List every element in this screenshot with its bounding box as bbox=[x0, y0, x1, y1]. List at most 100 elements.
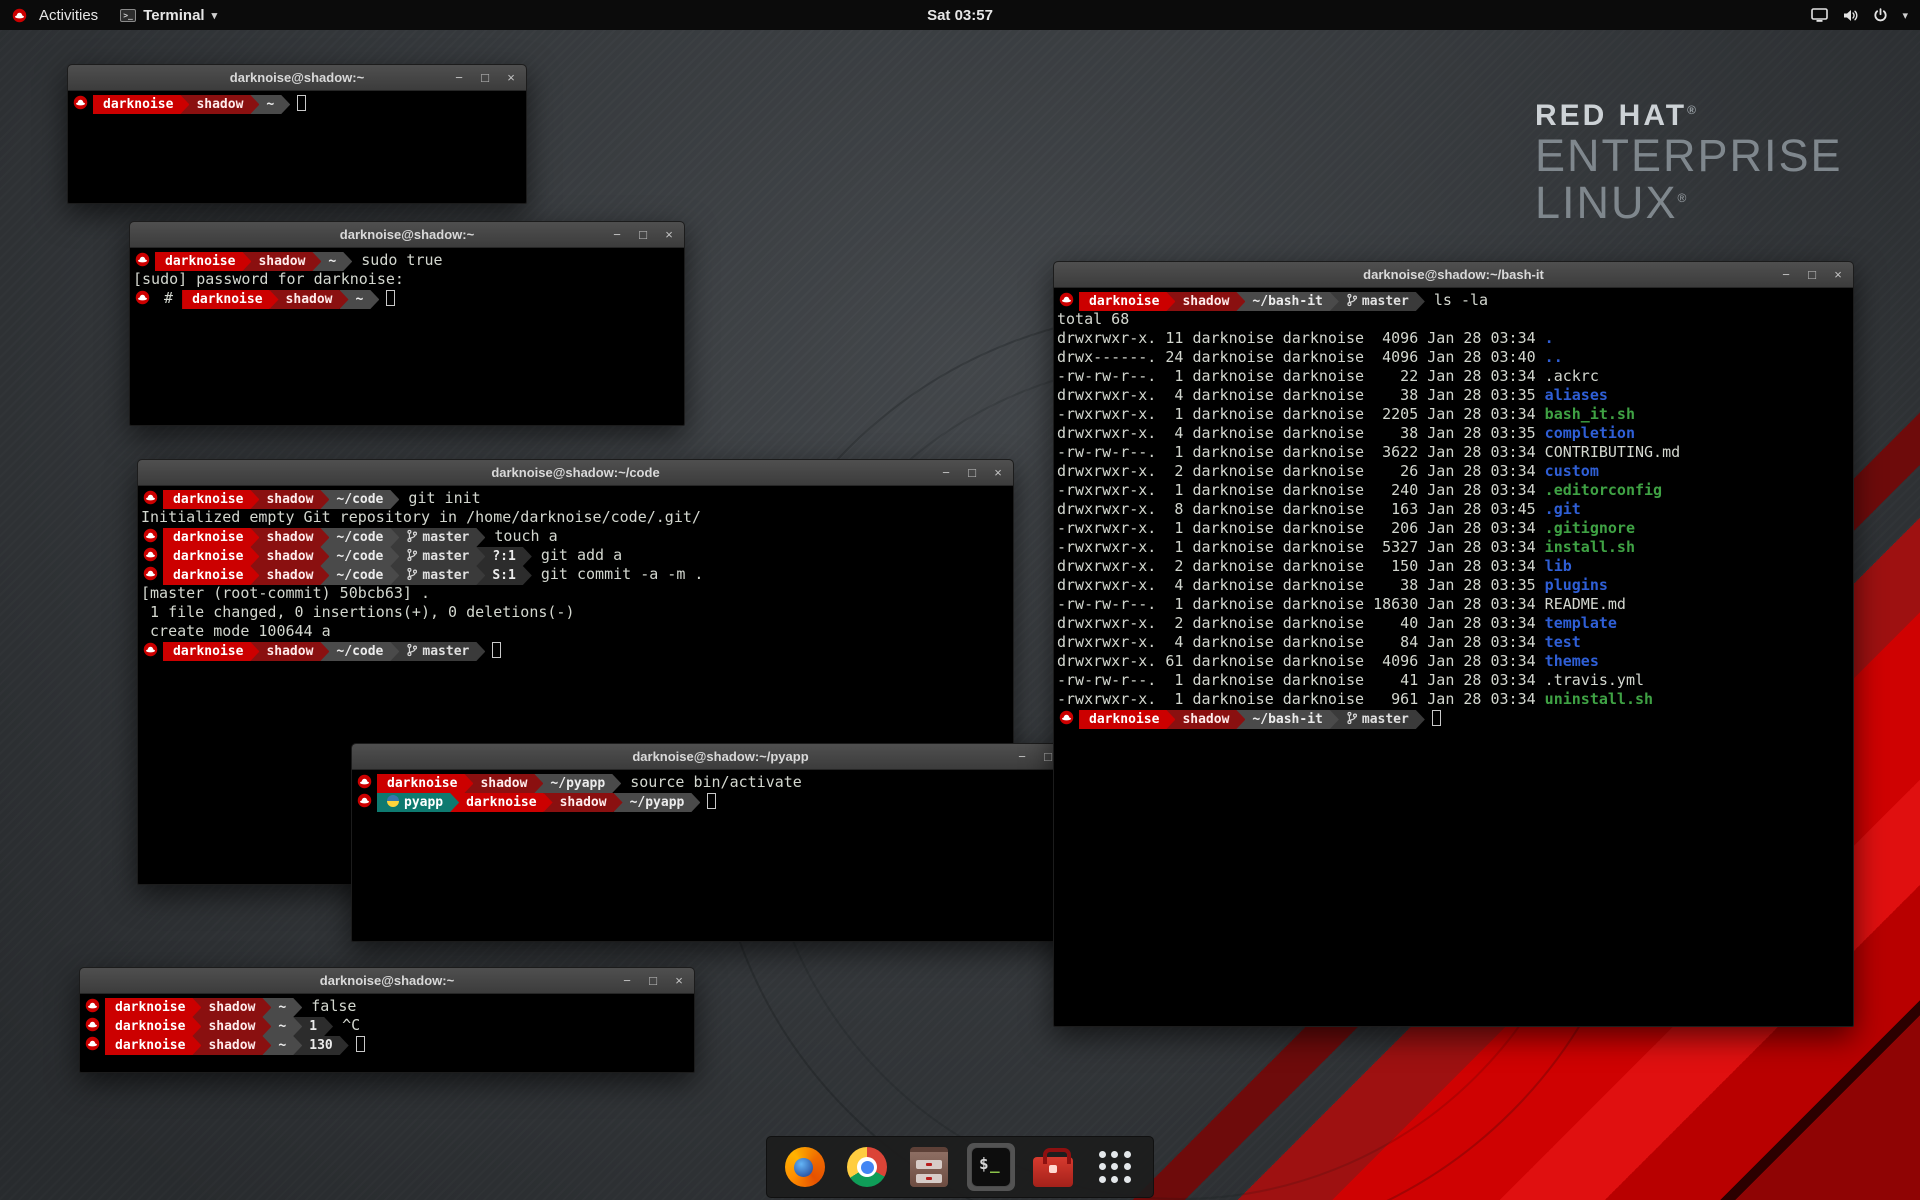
redhat-icon bbox=[85, 1036, 100, 1051]
redhat-icon bbox=[85, 998, 100, 1013]
prompt-segment-host: shadow bbox=[250, 547, 329, 566]
display-icon[interactable] bbox=[1811, 8, 1828, 22]
maximize-button[interactable]: □ bbox=[963, 464, 981, 482]
minimize-button[interactable]: − bbox=[937, 464, 955, 482]
terminal-cursor bbox=[386, 290, 395, 306]
minimize-button[interactable]: − bbox=[1777, 266, 1795, 284]
terminal-text: -rwxrwxr-x. 1 darknoise darknoise 206 Ja… bbox=[1057, 519, 1545, 537]
titlebar[interactable]: darknoise@shadow:~ − □ × bbox=[130, 222, 684, 248]
titlebar[interactable]: darknoise@shadow:~/bash-it − □ × bbox=[1054, 262, 1853, 288]
terminal-line: darknoiseshadow~/codemaster touch a bbox=[141, 527, 1010, 546]
terminal-line: -rwxrwxr-x. 1 darknoise darknoise 2205 J… bbox=[1057, 405, 1850, 424]
prompt-segment-host: shadow bbox=[250, 642, 329, 661]
titlebar[interactable]: darknoise@shadow:~/code − □ × bbox=[138, 460, 1013, 486]
titlebar[interactable]: darknoise@shadow:~ − □ × bbox=[80, 968, 694, 994]
minimize-button[interactable]: − bbox=[608, 226, 626, 244]
prompt-segment-git: master bbox=[390, 566, 485, 585]
terminal-text: . bbox=[1545, 329, 1554, 347]
prompt-segment-path: ~/pyapp bbox=[534, 774, 621, 793]
terminal-line: 1 file changed, 0 insertions(+), 0 delet… bbox=[141, 603, 1010, 622]
git-branch-icon bbox=[1346, 711, 1358, 725]
terminal-text: ls -la bbox=[1425, 291, 1488, 309]
terminal-line: pyappdarknoiseshadow~/pyapp bbox=[355, 792, 1086, 811]
terminal-line: drwx------. 24 darknoise darknoise 4096 … bbox=[1057, 348, 1850, 367]
terminal-text: template bbox=[1545, 614, 1617, 632]
prompt-segment-user: darknoise bbox=[105, 1017, 201, 1036]
terminal-line: drwxrwxr-x. 61 darknoise darknoise 4096 … bbox=[1057, 652, 1850, 671]
terminal-content[interactable]: darknoiseshadow~ bbox=[68, 91, 526, 116]
terminal-content[interactable]: darknoiseshadow~ falsedarknoiseshadow~1 … bbox=[80, 994, 694, 1057]
terminal-content[interactable]: darknoiseshadow~/pyapp source bin/activa… bbox=[352, 770, 1089, 814]
redhat-icon bbox=[143, 566, 158, 581]
terminal-text: drwxrwxr-x. 2 darknoise darknoise 150 Ja… bbox=[1057, 557, 1545, 575]
terminal-text: bash_it.sh bbox=[1545, 405, 1635, 423]
terminal-line: darknoiseshadow~/bash-itmaster ls -la bbox=[1057, 291, 1850, 310]
minimize-button[interactable]: − bbox=[1013, 748, 1031, 766]
terminal-window-pyapp: darknoise@shadow:~/pyapp − □ × darknoise… bbox=[351, 743, 1090, 942]
close-button[interactable]: × bbox=[502, 69, 520, 87]
terminal-text: -rw-rw-r--. 1 darknoise darknoise 3622 J… bbox=[1057, 443, 1545, 461]
terminal-text: .editorconfig bbox=[1545, 481, 1662, 499]
terminal-window-home-2: darknoise@shadow:~ − □ × darknoiseshadow… bbox=[79, 967, 695, 1073]
terminal-text: Initialized empty Git repository in /hom… bbox=[141, 508, 701, 526]
dock-item-files[interactable] bbox=[905, 1143, 953, 1191]
prompt-segment-user: darknoise bbox=[182, 290, 278, 309]
dock-item-toolbox[interactable] bbox=[1029, 1143, 1077, 1191]
terminal-text: CONTRIBUTING.md bbox=[1545, 443, 1680, 461]
titlebar[interactable]: darknoise@shadow:~/pyapp − □ × bbox=[352, 744, 1089, 770]
terminal-cursor bbox=[707, 793, 716, 809]
terminal-text: lib bbox=[1545, 557, 1572, 575]
prompt-segment-host: shadow bbox=[250, 566, 329, 585]
terminal-line: darknoiseshadow~/codemaster bbox=[141, 641, 1010, 660]
redhat-icon bbox=[143, 642, 158, 657]
terminal-content[interactable]: darknoiseshadow~ sudo true[sudo] passwor… bbox=[130, 248, 684, 311]
close-button[interactable]: × bbox=[989, 464, 1007, 482]
maximize-button[interactable]: □ bbox=[1803, 266, 1821, 284]
prompt-segment-user: darknoise bbox=[163, 490, 259, 509]
redhat-icon bbox=[357, 774, 372, 789]
maximize-button[interactable]: □ bbox=[644, 972, 662, 990]
firefox-icon bbox=[785, 1147, 825, 1187]
titlebar[interactable]: darknoise@shadow:~ − □ × bbox=[68, 65, 526, 91]
terminal-line: darknoiseshadow~1 ^C bbox=[83, 1016, 691, 1035]
dock-item-chrome[interactable] bbox=[843, 1143, 891, 1191]
terminal-line: Initialized empty Git repository in /hom… bbox=[141, 508, 1010, 527]
terminal-text: touch a bbox=[485, 527, 557, 545]
terminal-text: test bbox=[1545, 633, 1581, 651]
prompt-segment-path: ~/code bbox=[320, 528, 399, 547]
terminal-content[interactable]: darknoiseshadow~/code git initInitialize… bbox=[138, 486, 1013, 663]
minimize-button[interactable]: − bbox=[618, 972, 636, 990]
chevron-down-icon[interactable]: ▾ bbox=[1902, 9, 1908, 22]
terminal-text: false bbox=[302, 997, 356, 1015]
terminal-line: darknoiseshadow~/codemasterS:1 git commi… bbox=[141, 565, 1010, 584]
terminal-text: git init bbox=[399, 489, 480, 507]
terminal-line: drwxrwxr-x. 2 darknoise darknoise 150 Ja… bbox=[1057, 557, 1850, 576]
clock[interactable]: Sat 03:57 bbox=[0, 7, 1920, 24]
terminal-text: [master (root-commit) 50bcb63] . bbox=[141, 584, 430, 602]
maximize-button[interactable]: □ bbox=[476, 69, 494, 87]
terminal-content[interactable]: darknoiseshadow~/bash-itmaster ls -latot… bbox=[1054, 288, 1853, 731]
prompt-segment-host: shadow bbox=[250, 490, 329, 509]
terminal-line: [sudo] password for darknoise: bbox=[133, 270, 681, 289]
dock-item-showapps[interactable] bbox=[1091, 1143, 1139, 1191]
terminal-line: darknoiseshadow~/bash-itmaster bbox=[1057, 709, 1850, 728]
close-button[interactable]: × bbox=[660, 226, 678, 244]
prompt-segment-git: master bbox=[390, 528, 485, 547]
volume-icon[interactable] bbox=[1842, 8, 1859, 23]
close-button[interactable]: × bbox=[670, 972, 688, 990]
minimize-button[interactable]: − bbox=[450, 69, 468, 87]
terminal-line: -rw-rw-r--. 1 darknoise darknoise 3622 J… bbox=[1057, 443, 1850, 462]
window-title: darknoise@shadow:~ bbox=[230, 70, 364, 85]
terminal-text: custom bbox=[1545, 462, 1599, 480]
dock-item-terminal[interactable] bbox=[967, 1143, 1015, 1191]
terminal-text: [sudo] password for darknoise: bbox=[133, 270, 413, 288]
close-button[interactable]: × bbox=[1829, 266, 1847, 284]
terminal-line: drwxrwxr-x. 4 darknoise darknoise 84 Jan… bbox=[1057, 633, 1850, 652]
maximize-button[interactable]: □ bbox=[634, 226, 652, 244]
terminal-cursor bbox=[297, 95, 306, 111]
power-icon[interactable] bbox=[1873, 8, 1888, 23]
terminal-line: drwxrwxr-x. 11 darknoise darknoise 4096 … bbox=[1057, 329, 1850, 348]
dock bbox=[766, 1136, 1154, 1198]
dock-item-firefox[interactable] bbox=[781, 1143, 829, 1191]
terminal-cursor bbox=[1432, 710, 1441, 726]
